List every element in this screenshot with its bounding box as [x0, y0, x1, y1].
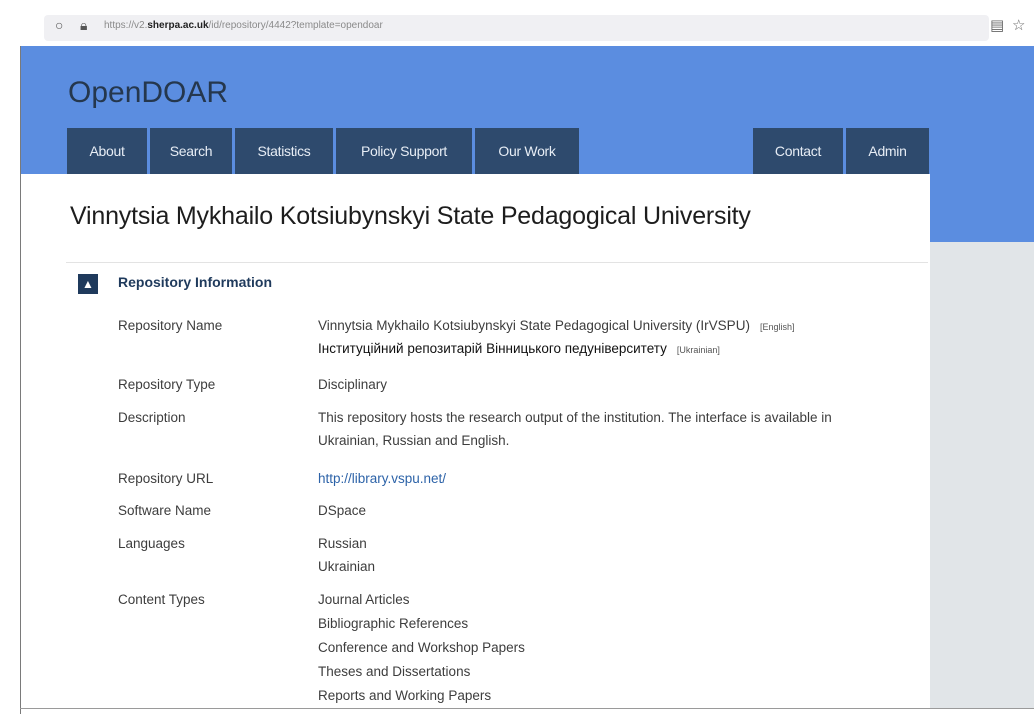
chevron-up-icon[interactable]: ▲	[78, 274, 98, 294]
nav-contact[interactable]: Contact	[753, 128, 843, 174]
page-icon[interactable]: ○	[55, 17, 63, 33]
right-sidebar-panel	[930, 242, 1034, 708]
repository-type-value: Disciplinary	[318, 377, 388, 392]
description-line-2: Ukrainian, Russian and English.	[318, 433, 510, 448]
content-type-item: Journal Articles	[318, 592, 410, 607]
nav-about[interactable]: About	[67, 128, 147, 174]
content-type-item: Theses and Dissertations	[318, 664, 471, 679]
nav-statistics[interactable]: Statistics	[235, 128, 333, 174]
bookmark-star-icon[interactable]: ☆	[1012, 16, 1025, 34]
lang-tag-ukrainian: [Ukrainian]	[676, 345, 720, 355]
page-title: Vinnytsia Mykhailo Kotsiubynskyi State P…	[70, 202, 751, 230]
description-line-1: This repository hosts the research outpu…	[318, 410, 832, 425]
repository-url-link[interactable]: http://library.vspu.net/	[318, 471, 446, 486]
reader-view-icon[interactable]: ▤	[990, 16, 1004, 34]
content-type-item: Bibliographic References	[318, 616, 469, 631]
lock-icon[interactable]: 🔒︎	[80, 17, 87, 34]
title-divider	[66, 262, 928, 263]
label-repository-type: Repository Type	[118, 377, 216, 392]
content-type-item: Conference and Workshop Papers	[318, 640, 525, 655]
lang-tag-english: [English]	[759, 322, 795, 332]
software-name-value: DSpace	[318, 503, 367, 518]
nav-search[interactable]: Search	[150, 128, 232, 174]
site-logo[interactable]: OpenDOAR	[68, 76, 228, 110]
content-type-item: Reports and Working Papers	[318, 688, 492, 703]
language-item: Ukrainian	[318, 559, 376, 574]
label-languages: Languages	[118, 536, 185, 551]
url-text[interactable]: https://v2.sherpa.ac.uk/id/repository/44…	[104, 20, 383, 31]
label-content-types: Content Types	[118, 592, 205, 607]
section-title-repository-information[interactable]: Repository Information	[118, 274, 272, 290]
repository-name-english: Vinnytsia Mykhailo Kotsiubynskyi State P…	[318, 318, 795, 333]
label-repository-url: Repository URL	[118, 471, 214, 486]
page-border-bottom	[20, 708, 1034, 709]
nav-admin[interactable]: Admin	[846, 128, 929, 174]
language-item: Russian	[318, 536, 367, 551]
nav-our-work[interactable]: Our Work	[475, 128, 579, 174]
nav-policy-support[interactable]: Policy Support	[336, 128, 472, 174]
label-software-name: Software Name	[118, 503, 212, 518]
repository-name-ukrainian: Інституційний репозитарій Вінницького пе…	[318, 341, 720, 356]
label-repository-name: Repository Name	[118, 318, 223, 333]
label-description: Description	[118, 410, 186, 425]
